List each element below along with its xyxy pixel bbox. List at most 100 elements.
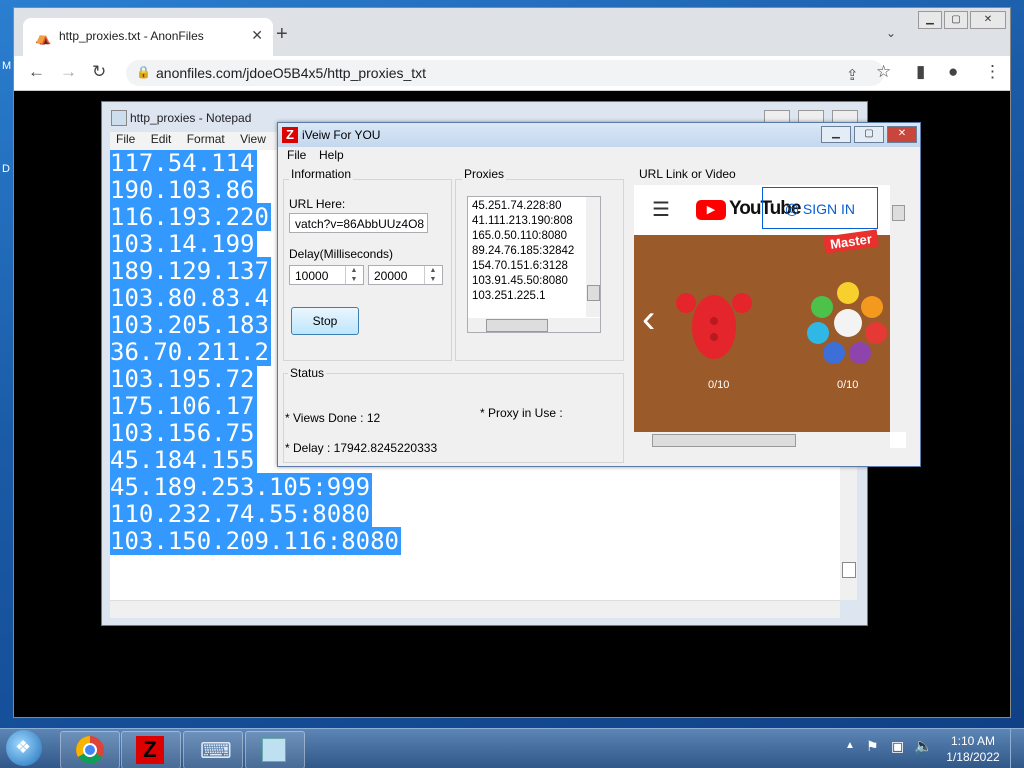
notepad-menu-file[interactable]: File [116,132,135,146]
notepad-taskbar-button[interactable] [245,731,305,768]
delay-min-stepper[interactable]: 10000 ▲ ▼ [289,265,364,285]
z-app-icon: Z [282,127,298,143]
notepad-menu-view[interactable]: View [240,132,266,146]
iveiw-taskbar-button[interactable]: Z [121,731,181,768]
account-icon: ◎ [785,201,799,218]
spin-arrows-icon[interactable]: ▲ ▼ [345,266,362,284]
scroll-thumb[interactable] [652,434,796,447]
forward-icon[interactable]: → [60,62,77,82]
browser-toolbar: ← → ↻ 🔒 anonfiles.com/jdoeO5B4x5/http_pr… [14,56,1010,91]
views-done-text: * Views Done : 12 [285,411,381,425]
status-label: Status [288,366,327,380]
text-line: 103.150.209.116:8080 [110,527,401,555]
iveiw-menu-help[interactable]: Help [319,148,344,162]
sign-in-button[interactable]: ◎ SIGN IN [762,187,878,229]
proxies-horizontal-scrollbar[interactable] [468,318,600,332]
list-item[interactable]: 41.111.213.190:808 [468,214,600,229]
flower-toy-icon [807,282,887,364]
profile-icon[interactable]: ● [948,62,958,82]
reload-icon[interactable]: ↻ [92,62,106,82]
clock-date[interactable]: 1/18/2022 [933,750,1013,764]
list-item[interactable]: 103.91.45.50:8080 [468,274,600,289]
windows-logo-icon: ❖ [15,737,32,757]
scroll-thumb[interactable] [892,205,905,221]
delay-label: Delay(Milliseconds) [289,247,394,261]
notepad-icon [262,738,286,762]
sign-in-label: SIGN IN [802,201,855,217]
maximize-button[interactable]: ▢ [944,11,968,29]
list-item[interactable]: 103.251.225.1 [468,289,600,304]
notepad-title: http_proxies - Notepad [130,111,252,125]
iveiw-window: Z iVeiw For YOU ▁ ▢ ✕ File Help Informat… [277,122,921,467]
previous-chevron-icon[interactable]: ‹ [642,297,655,342]
proxies-label: Proxies [462,167,507,181]
minimize-button[interactable]: ▁ [918,11,942,29]
url-text[interactable]: anonfiles.com/jdoeO5B4x5/http_proxies_tx… [156,65,426,81]
list-item[interactable]: 45.251.74.228:80 [468,199,600,214]
stop-button[interactable]: Stop [291,307,359,335]
scroll-thumb[interactable] [842,562,856,578]
iveiw-maximize-button[interactable]: ▢ [854,126,884,143]
iveiw-close-button[interactable]: ✕ [887,126,917,143]
network-icon[interactable]: ▣ [891,738,904,755]
tab-title: http_proxies.txt - AnonFiles [59,29,204,43]
browser-tab[interactable]: ⛺ http_proxies.txt - AnonFiles ✕ [23,18,273,56]
menu-dots-icon[interactable]: ⋮ [984,62,1001,82]
clock-time[interactable]: 1:10 AM [933,734,1013,748]
back-icon[interactable]: ← [28,62,45,82]
proxies-vertical-scrollbar[interactable] [586,197,600,317]
delay-status-text: * Delay : 17942.8245220333 [285,441,438,455]
taskbar: ❖ Z ⌨ ▲ ⚑ ▣ 🔈 1:10 AM 1/18/2022 [0,728,1024,768]
list-item[interactable]: 165.0.50.110:8080 [468,229,600,244]
tab-bar: ⛺ http_proxies.txt - AnonFiles ✕ + ⌄ ▁ ▢… [14,8,1010,56]
video-thumbnail[interactable]: Master ‹ 0/10 0/10 [634,229,890,432]
keyboard-app-taskbar-button[interactable]: ⌨ [183,731,243,768]
hamburger-menu-icon[interactable]: ☰ [652,197,670,222]
scroll-thumb[interactable] [486,319,548,332]
chrome-icon [76,736,104,764]
new-tab-button[interactable]: + [276,24,288,44]
tab-close-icon[interactable]: ✕ [251,27,263,44]
delay-max-value: 20000 [374,269,408,283]
list-item[interactable]: 89.24.76.185:32842 [468,244,600,259]
iveiw-title: iVeiw For YOU [302,128,381,142]
youtube-play-icon: ▶ [696,200,726,220]
pane-vertical-scrollbar[interactable] [890,185,906,432]
side-panel-icon[interactable]: ▮ [916,62,925,82]
url-link-label: URL Link or Video [639,167,736,181]
embedded-browser-pane[interactable]: ☰ ▶ YouTube ◎ SIGN IN Master ‹ 0/10 0/10 [634,185,906,448]
show-desktop-button[interactable] [1010,729,1024,768]
notepad-horizontal-scrollbar[interactable] [110,600,840,618]
show-hidden-icons-chevron-icon[interactable]: ▲ [845,740,855,751]
proxies-list[interactable]: 45.251.74.228:80 41.111.213.190:808 165.… [467,196,601,333]
share-icon[interactable]: ⇪ [846,66,859,84]
notepad-menu-edit[interactable]: Edit [151,132,172,146]
spin-arrows-icon[interactable]: ▲ ▼ [424,266,441,284]
action-center-flag-icon[interactable]: ⚑ [866,738,879,755]
notepad-icon [111,110,127,126]
start-button[interactable]: ❖ [6,730,42,766]
pane-horizontal-scrollbar[interactable] [634,432,890,448]
iveiw-minimize-button[interactable]: ▁ [821,126,851,143]
delay-min-value: 10000 [295,269,329,283]
chrome-taskbar-button[interactable] [60,731,120,768]
close-button[interactable]: ✕ [970,11,1006,29]
bookmark-star-icon[interactable]: ☆ [876,62,891,82]
counter-right: 0/10 [837,379,859,391]
url-label: URL Here: [289,197,346,211]
scroll-thumb[interactable] [587,285,600,301]
counter-left: 0/10 [708,379,730,391]
notepad-menu-format[interactable]: Format [187,132,225,146]
volume-icon[interactable]: 🔈 [914,737,933,755]
url-input[interactable]: vatch?v=86AbbUUz4O8 [289,213,428,233]
z-app-icon: Z [136,736,164,764]
keyboard-icon: ⌨ [200,738,232,763]
text-line: 45.189.253.105:999 [110,473,373,501]
iveiw-menu-file[interactable]: File [287,148,306,162]
address-bar[interactable]: 🔒 anonfiles.com/jdoeO5B4x5/http_proxies_… [126,60,884,86]
list-item[interactable]: 154.70.151.6:3128 [468,259,600,274]
lock-icon: 🔒 [136,65,151,79]
delay-max-stepper[interactable]: 20000 ▲ ▼ [368,265,443,285]
iveiw-menu-bar: File Help [278,147,920,163]
tab-search-chevron-icon[interactable]: ⌄ [886,26,896,40]
